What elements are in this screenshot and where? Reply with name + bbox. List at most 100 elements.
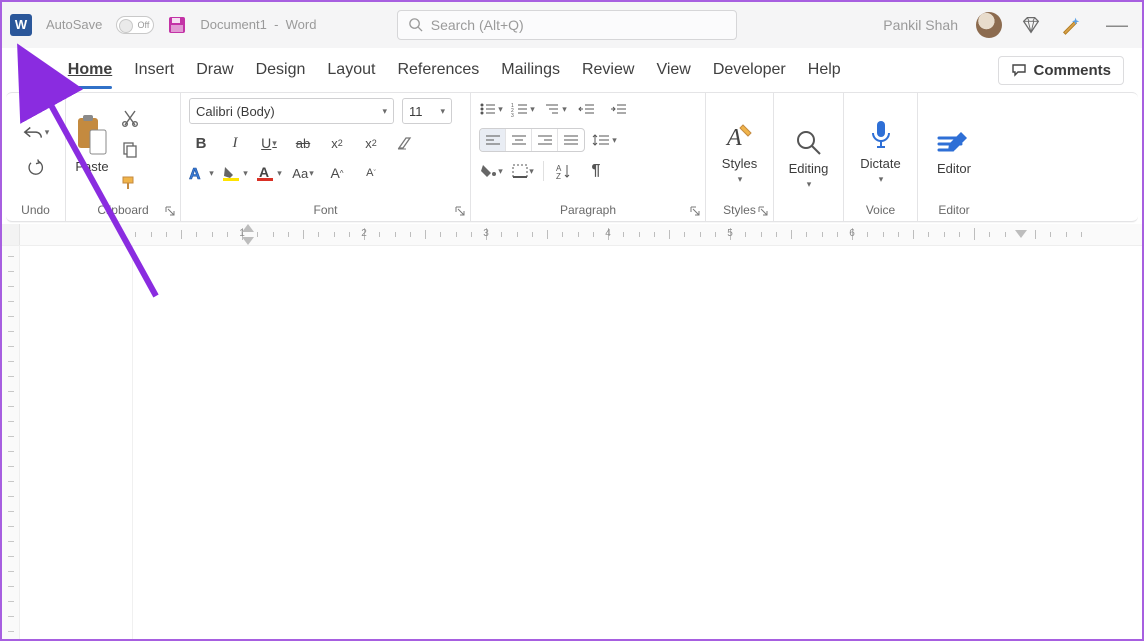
format-painter-button[interactable]	[116, 170, 144, 194]
search-placeholder: Search (Alt+Q)	[431, 17, 524, 33]
svg-text:A: A	[259, 164, 269, 180]
text-effects-button[interactable]: A▾	[189, 162, 213, 184]
find-icon	[794, 128, 824, 158]
tab-design[interactable]: Design	[256, 55, 306, 85]
copy-button[interactable]	[116, 138, 144, 162]
shrink-font-button[interactable]: Aˇ	[359, 162, 383, 184]
align-left-button[interactable]	[480, 129, 506, 151]
svg-text:A: A	[189, 166, 201, 183]
font-name-combo[interactable]: Calibri (Body)▾	[189, 98, 394, 124]
styles-icon: A	[725, 119, 755, 153]
autosave-label: AutoSave	[46, 17, 102, 32]
font-color-button[interactable]: A▾	[257, 162, 281, 184]
group-undo: ▾ Undo	[6, 93, 66, 221]
align-center-button[interactable]	[506, 129, 532, 151]
document-title: Document1 - Word	[200, 17, 316, 32]
subscript-button[interactable]: x2	[325, 132, 349, 154]
borders-button[interactable]: ▾	[511, 160, 535, 182]
font-size-combo[interactable]: 11▾	[402, 98, 452, 124]
group-voice-label: Voice	[852, 201, 909, 219]
tab-review[interactable]: Review	[582, 55, 634, 85]
group-editing: Editing ▾	[774, 93, 844, 221]
search-box[interactable]: Search (Alt+Q)	[397, 10, 737, 40]
tab-developer[interactable]: Developer	[713, 55, 786, 85]
align-justify-button[interactable]	[558, 129, 584, 151]
grow-font-button[interactable]: A^	[325, 162, 349, 184]
sort-button[interactable]: AZ	[552, 160, 576, 182]
first-line-indent-marker[interactable]	[242, 224, 254, 232]
decrease-indent-button[interactable]	[575, 98, 599, 120]
redo-button[interactable]	[22, 155, 50, 179]
paste-label[interactable]: Paste	[75, 159, 108, 174]
diamond-icon[interactable]	[1020, 14, 1042, 36]
undo-button[interactable]: ▾	[22, 121, 50, 145]
tab-home[interactable]: Home	[68, 55, 112, 85]
change-case-button[interactable]: Aa▾	[291, 162, 315, 184]
align-right-button[interactable]	[532, 129, 558, 151]
tab-insert[interactable]: Insert	[134, 55, 174, 85]
ribbon: ▾ Undo Paste ▾ Clipboard	[6, 92, 1138, 222]
group-editing-label	[782, 215, 835, 219]
hanging-indent-marker[interactable]	[242, 237, 254, 245]
group-clipboard-label: Clipboard	[74, 201, 172, 219]
microphone-icon	[867, 119, 895, 153]
group-undo-label: Undo	[21, 201, 50, 219]
title-bar: W AutoSave Off Document1 - Word Search (…	[2, 2, 1142, 48]
group-editor: Editor Editor	[918, 93, 990, 221]
pen-sparkle-icon[interactable]	[1060, 14, 1082, 36]
editor-button[interactable]: Editor	[937, 124, 971, 176]
multilevel-list-button[interactable]: ▾	[543, 98, 567, 120]
avatar[interactable]	[976, 12, 1002, 38]
tab-draw[interactable]: Draw	[196, 55, 233, 85]
tab-view[interactable]: View	[656, 55, 690, 85]
increase-indent-button[interactable]	[607, 98, 631, 120]
tab-file[interactable]: File	[20, 55, 46, 85]
italic-button[interactable]: I	[223, 132, 247, 154]
underline-button[interactable]: U▾	[257, 132, 281, 154]
paste-dropdown[interactable]: ▾	[90, 175, 95, 186]
tab-references[interactable]: References	[397, 55, 479, 85]
line-spacing-button[interactable]: ▾	[593, 129, 617, 151]
numbering-button[interactable]: 123▾	[511, 98, 535, 120]
tab-mailings[interactable]: Mailings	[501, 55, 560, 85]
document-area	[2, 246, 1142, 639]
editing-button[interactable]: Editing ▾	[789, 124, 829, 190]
group-voice: Dictate ▾ Voice	[844, 93, 918, 221]
word-app-icon: W	[10, 14, 32, 36]
document-page[interactable]	[132, 246, 1142, 639]
tab-help[interactable]: Help	[808, 55, 841, 85]
group-editor-label: Editor	[926, 201, 982, 219]
group-font-label: Font	[189, 201, 462, 219]
right-margin-marker[interactable]	[1015, 230, 1027, 238]
show-marks-button[interactable]: ¶	[584, 160, 608, 182]
vertical-ruler[interactable]	[2, 246, 20, 639]
svg-text:A: A	[725, 125, 742, 151]
highlight-button[interactable]: ▾	[223, 162, 247, 184]
horizontal-ruler[interactable]: 123456	[2, 224, 1142, 246]
strikethrough-button[interactable]: ab	[291, 132, 315, 154]
bold-button[interactable]: B	[189, 132, 213, 154]
paragraph-launcher[interactable]	[689, 205, 701, 217]
group-font: Calibri (Body)▾ 11▾ B I U▾ ab x2 x2 A▾ ▾…	[181, 93, 471, 221]
clear-formatting-button[interactable]	[393, 132, 417, 154]
superscript-button[interactable]: x2	[359, 132, 383, 154]
bullets-button[interactable]: ▾	[479, 98, 503, 120]
autosave-state: Off	[138, 20, 150, 30]
font-launcher[interactable]	[454, 205, 466, 217]
autosave-toggle[interactable]: Off	[116, 16, 154, 34]
cut-button[interactable]	[116, 106, 144, 130]
styles-button[interactable]: A Styles ▾	[722, 115, 757, 185]
user-name: Pankil Shah	[883, 17, 958, 33]
styles-launcher[interactable]	[757, 205, 769, 217]
save-icon[interactable]	[168, 16, 186, 34]
shading-button[interactable]: ▾	[479, 160, 503, 182]
paste-icon[interactable]	[74, 114, 110, 158]
dictate-button[interactable]: Dictate ▾	[860, 115, 900, 185]
clipboard-launcher[interactable]	[164, 205, 176, 217]
minimize-button[interactable]: —	[1100, 12, 1134, 38]
group-clipboard: Paste ▾ Clipboard	[66, 93, 181, 221]
tab-layout[interactable]: Layout	[327, 55, 375, 85]
comment-icon	[1011, 62, 1027, 78]
ribbon-tabs: File Home Insert Draw Design Layout Refe…	[2, 48, 1142, 92]
comments-button[interactable]: Comments	[998, 56, 1124, 85]
